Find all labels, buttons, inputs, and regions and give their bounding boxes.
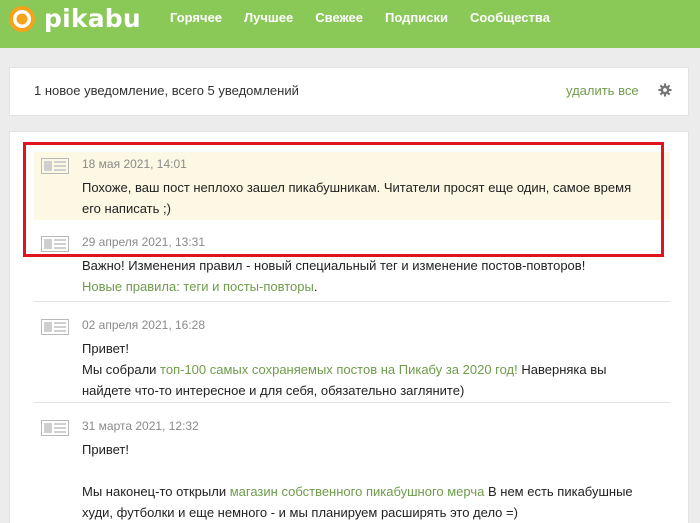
notification-line: Привет! bbox=[82, 341, 129, 356]
pikabu-logo-icon bbox=[9, 6, 35, 32]
notification-line: Важно! Изменения правил - новый специаль… bbox=[82, 258, 586, 273]
delete-all-link[interactable]: удалить все bbox=[566, 83, 639, 98]
notification-line: Мы собрали топ-100 самых сохраняемых пос… bbox=[82, 359, 648, 401]
nav-subscriptions[interactable]: Подписки bbox=[385, 9, 448, 27]
text-fragment: Мы наконец-то открыли bbox=[82, 484, 230, 499]
notification-date: 02 апреля 2021, 16:28 bbox=[82, 318, 206, 332]
notifications-list: 18 мая 2021, 14:01 Похоже, ваш пост непл… bbox=[9, 131, 689, 523]
merch-shop-link[interactable]: магазин собственного пикабушного мерча bbox=[230, 484, 485, 499]
notification-date: 18 мая 2021, 14:01 bbox=[82, 157, 187, 171]
notifications-summary: 1 новое уведомление, всего 5 уведомлений bbox=[34, 83, 299, 98]
notification-date: 31 марта 2021, 12:32 bbox=[82, 419, 199, 433]
divider bbox=[34, 402, 670, 403]
newspaper-icon bbox=[41, 158, 69, 174]
nav-communities[interactable]: Сообщества bbox=[470, 9, 550, 27]
notifications-summary-bar: 1 новое уведомление, всего 5 уведомлений… bbox=[9, 67, 689, 116]
notification-text: Привет! Мы собрали топ-100 самых сохраня… bbox=[82, 338, 648, 401]
text-fragment: Мы собрали bbox=[82, 362, 161, 377]
nav-best[interactable]: Лучшее bbox=[244, 9, 293, 27]
notification-line: Привет! bbox=[82, 442, 129, 457]
notification-text: Похоже, ваш пост неплохо зашел пикабушни… bbox=[82, 180, 632, 216]
notification-item: 18 мая 2021, 14:01 Похоже, ваш пост непл… bbox=[34, 152, 670, 220]
notification-item: 31 марта 2021, 12:32 Привет! Мы наконец-… bbox=[34, 414, 670, 523]
rules-link[interactable]: Новые правила: теги и посты-повторы bbox=[82, 279, 314, 294]
newspaper-icon bbox=[41, 319, 69, 335]
notification-text: Привет! Мы наконец-то открыли магазин со… bbox=[82, 439, 648, 523]
notification-text: Важно! Изменения правил - новый специаль… bbox=[82, 255, 648, 297]
pikabu-logo[interactable]: pikabu bbox=[8, 4, 141, 34]
notification-line: Новые правила: теги и посты-повторы. bbox=[82, 276, 648, 297]
logo-text: pikabu bbox=[44, 4, 141, 33]
notification-item: 29 апреля 2021, 13:31 Важно! Изменения п… bbox=[34, 230, 670, 300]
nav-fresh[interactable]: Свежее bbox=[315, 9, 363, 27]
main-nav: Горячее Лучшее Свежее Подписки Сообществ… bbox=[170, 9, 572, 27]
notification-date: 29 апреля 2021, 13:31 bbox=[82, 235, 206, 249]
gear-icon[interactable] bbox=[658, 83, 672, 97]
nav-hot[interactable]: Горячее bbox=[170, 9, 222, 27]
notification-item: 02 апреля 2021, 16:28 Привет! Мы собрали… bbox=[34, 313, 670, 403]
newspaper-icon bbox=[41, 420, 69, 436]
divider bbox=[34, 301, 670, 302]
newspaper-icon bbox=[41, 236, 69, 252]
top-header: pikabu Горячее Лучшее Свежее Подписки Со… bbox=[0, 0, 700, 48]
text-fragment: . bbox=[313, 279, 318, 294]
top-100-link[interactable]: топ-100 самых сохраняемых постов на Пика… bbox=[160, 362, 518, 377]
notification-line: Мы наконец-то открыли магазин собственно… bbox=[82, 481, 648, 523]
